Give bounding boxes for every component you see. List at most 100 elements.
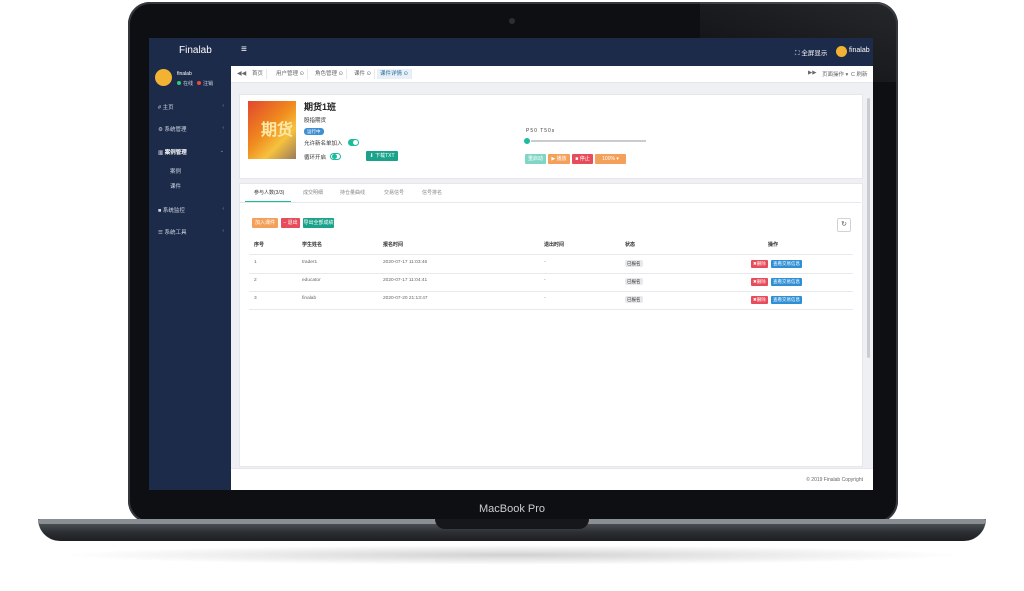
- sidebar-item-label: 案例管理: [164, 150, 187, 156]
- top-user-name[interactable]: finalab: [849, 47, 870, 54]
- tab-courseware[interactable]: 课件 ⊙: [351, 69, 376, 79]
- tab-trade-signal[interactable]: 交易信号: [384, 189, 404, 196]
- progress-track[interactable]: [525, 140, 646, 142]
- remove-button[interactable]: − 退出: [281, 218, 300, 228]
- row-divider: [249, 291, 853, 292]
- sidebar-avatar: [155, 69, 172, 86]
- allow-join-toggle[interactable]: [348, 139, 359, 146]
- add-to-course-button[interactable]: 加入课件: [252, 218, 278, 228]
- column-header-exit-time: 退出时间: [544, 242, 565, 248]
- sidebar-item-cases[interactable]: ▥ 案例管理 ⌄: [158, 148, 226, 156]
- tab-participants[interactable]: 参与人数(3/3): [254, 189, 284, 196]
- row-time: 2020-07-20 21:13:47: [383, 296, 428, 301]
- stop-button[interactable]: ■ 停止: [572, 154, 593, 164]
- copyright-text: © 2019 Finalab Copyright: [806, 477, 863, 483]
- row-time: 2020-07-17 11:04:41: [383, 278, 428, 283]
- row-no: 3: [254, 296, 257, 301]
- speed-dropdown[interactable]: 100% ▾: [595, 154, 626, 164]
- sidebar-item-label: 系统监控: [162, 208, 185, 214]
- footer: © 2019 Finalab Copyright: [231, 468, 873, 490]
- row-delete-button[interactable]: ✖删除: [751, 278, 768, 286]
- row-delete-button[interactable]: ✖删除: [751, 260, 768, 268]
- app-title[interactable]: Finalab: [179, 45, 212, 56]
- sidebar-item-tools[interactable]: ☰ 系统工具 ‹: [158, 228, 226, 236]
- screen: Finalab ≡ ⛶ 全屏显示 finalab finalab 在线 注销 # …: [149, 38, 873, 490]
- restart-button[interactable]: 重启动: [525, 154, 546, 164]
- column-header-signup-time: 报名时间: [383, 242, 404, 248]
- tab-signal-ranking[interactable]: 信号排名: [422, 189, 442, 196]
- column-header-name: 学生姓名: [302, 242, 323, 248]
- chevron-left-icon: ‹: [222, 228, 224, 234]
- page-ops-dropdown[interactable]: 页面操作 ▾: [822, 70, 848, 78]
- sidebar-item-label: 系统工具: [164, 230, 187, 236]
- chevron-left-icon: ‹: [222, 206, 224, 212]
- chevron-left-icon: ‹: [222, 125, 224, 131]
- sidebar-item-system[interactable]: ⚙ 系统管理 ‹: [158, 125, 226, 133]
- row-exit: -: [544, 296, 546, 301]
- laptop-notch: [435, 519, 589, 529]
- device-label: MacBook Pro: [478, 503, 546, 515]
- sidebar: finalab 在线 注销 # 主页 ‹ ⚙ 系统管理 ‹ ▥ 案例管理 ⌄ 案例 课件…: [149, 66, 231, 490]
- sidebar-subitem-courseware[interactable]: 课件: [170, 182, 181, 190]
- row-no: 2: [254, 278, 257, 283]
- user-avatar-icon[interactable]: [836, 46, 847, 57]
- row-delete-button[interactable]: ✖删除: [751, 296, 768, 304]
- tab-user-management[interactable]: 用户管理 ⊙: [273, 69, 309, 79]
- row-name: finalab: [302, 296, 317, 301]
- row-name: trader1: [302, 260, 318, 265]
- row-view-trades-button[interactable]: 查看交易信息: [771, 260, 802, 268]
- column-header-action: 操作: [768, 242, 779, 248]
- row-exit: -: [544, 260, 546, 265]
- logout-dot-icon: [197, 81, 202, 85]
- gear-icon: ⚙: [158, 127, 163, 133]
- bars-icon: ☰: [158, 230, 163, 236]
- online-label: 在线: [183, 81, 194, 87]
- column-header-state: 状态: [625, 242, 636, 248]
- column-header-no: 序号: [254, 242, 265, 248]
- tab-scroll-right-icon[interactable]: ▶▶: [808, 70, 816, 76]
- row-state-badge: 已报名: [625, 296, 643, 303]
- top-navbar: Finalab ≡ ⛶ 全屏显示 finalab: [149, 38, 873, 66]
- row-view-trades-button[interactable]: 查看交易信息: [771, 296, 802, 304]
- loop-toggle[interactable]: [330, 153, 341, 160]
- tab-position-curve[interactable]: 持仓量曲线: [340, 189, 365, 196]
- row-state-badge: 已报名: [625, 278, 643, 285]
- sidebar-item-monitor[interactable]: ■ 系统监控 ‹: [158, 206, 226, 214]
- tab-divider: [240, 202, 861, 203]
- allow-join-label: 允许新名单加入: [304, 141, 343, 147]
- sidebar-item-home[interactable]: # 主页 ‹: [158, 103, 226, 111]
- status-badge: 运行中: [304, 128, 324, 135]
- tab-home[interactable]: 首页: [249, 69, 268, 79]
- download-txt-button[interactable]: ⬇ 下载TXT: [366, 151, 398, 161]
- sidebar-item-label: 主页: [162, 105, 174, 111]
- progress-slider-handle[interactable]: [523, 137, 531, 145]
- camera-icon: [509, 18, 515, 24]
- tab-courseware-detail[interactable]: 课件详情 ⊙: [377, 69, 413, 79]
- sidebar-user-status: 在线 注销: [177, 80, 213, 87]
- course-type: 股指期货: [304, 118, 327, 124]
- row-view-trades-button[interactable]: 查看交易信息: [771, 278, 802, 286]
- home-icon: #: [158, 105, 162, 111]
- speed-readout: P50 T50s: [526, 128, 556, 134]
- row-state-badge: 已报名: [625, 260, 643, 267]
- fullscreen-button[interactable]: ⛶ 全屏显示: [795, 47, 827, 58]
- row-time: 2020-07-17 11:03:46: [383, 260, 428, 265]
- export-scores-button[interactable]: 导出全部成绩: [303, 218, 334, 228]
- sidebar-item-label: 系统管理: [164, 127, 187, 133]
- refresh-tab-button[interactable]: C 刷新: [851, 70, 868, 78]
- refresh-icon[interactable]: ↻: [837, 218, 851, 232]
- row-name: educator: [302, 278, 321, 283]
- video-icon: ■: [158, 208, 162, 214]
- menu-toggle-icon[interactable]: ≡: [241, 44, 247, 55]
- chevron-down-icon: ⌄: [219, 148, 224, 154]
- scrollbar[interactable]: [867, 98, 870, 358]
- row-divider: [249, 309, 853, 310]
- chevron-left-icon: ‹: [222, 103, 224, 109]
- tab-role-management[interactable]: 角色管理 ⊙: [312, 69, 348, 79]
- play-button[interactable]: ▶ 播放: [548, 154, 570, 164]
- row-exit: -: [544, 278, 546, 283]
- sidebar-subitem-case[interactable]: 案例: [170, 167, 181, 175]
- tab-trade-details[interactable]: 成交明细: [303, 189, 323, 196]
- tab-scroll-left-icon[interactable]: ◀◀: [237, 70, 246, 77]
- logout-link[interactable]: 注销: [203, 81, 213, 87]
